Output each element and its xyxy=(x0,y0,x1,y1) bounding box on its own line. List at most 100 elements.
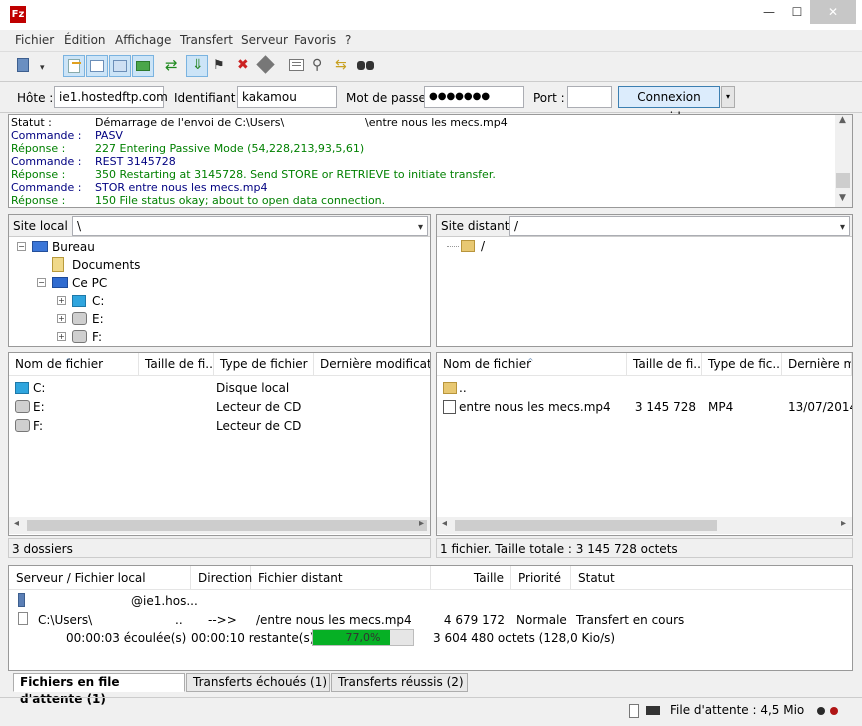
menu-edition[interactable]: Édition xyxy=(64,33,106,47)
disconnect-icon[interactable]: ✖ xyxy=(232,55,254,77)
compare-directories-icon[interactable]: ⚲ xyxy=(309,55,331,77)
sync-browsing-icon[interactable]: ⇆ xyxy=(332,55,354,77)
local-tree-panel: Site local : \ ▾ − Bureau Documents − Ce PC +… xyxy=(8,214,431,347)
tab-queued-files[interactable]: Fichiers en file d'attente (1) xyxy=(13,673,185,706)
maximize-button[interactable]: ☐ xyxy=(780,0,814,24)
menu-fichier[interactable]: Fichier xyxy=(15,33,54,47)
menu-help[interactable]: ? xyxy=(345,33,351,47)
local-site-bar: Site local : \ ▾ xyxy=(9,215,430,237)
remote-tree-root[interactable]: / xyxy=(447,237,647,255)
local-file-list-header: Nom de fichier ^ Taille de fi... Type de… xyxy=(9,353,430,376)
tree-toggle-icon[interactable]: + xyxy=(57,314,66,323)
cancel-operation-icon[interactable]: ⚑ xyxy=(209,55,231,77)
remote-file-row[interactable]: .. xyxy=(437,379,852,398)
refresh-icon[interactable]: ⇄ xyxy=(163,55,185,77)
queue-file-row[interactable]: C:\Users\ .. -->> /entre nous les mecs.m… xyxy=(9,610,852,630)
col-local-filename[interactable]: Nom de fichier ^ xyxy=(9,353,139,375)
col-local-modified[interactable]: Dernière modificat... xyxy=(314,353,430,375)
menu-transfert[interactable]: Transfert xyxy=(180,33,233,47)
remote-file-size: 3 145 728 xyxy=(634,400,696,414)
tree-toggle-icon[interactable]: − xyxy=(17,242,26,251)
process-queue-icon[interactable]: ⇓ xyxy=(186,55,208,77)
transfer-progress-label: 77,0% xyxy=(345,631,381,644)
documents-icon xyxy=(52,257,64,272)
local-path-input[interactable]: \ ▾ xyxy=(72,216,428,236)
log-type: Réponse : xyxy=(11,168,66,181)
folder-question-icon xyxy=(461,240,475,252)
remote-path-input[interactable]: / ▾ xyxy=(509,216,850,236)
tab-failed-transfers[interactable]: Transferts échoués (1) xyxy=(186,673,330,692)
local-file-row[interactable]: F: Lecteur de CD xyxy=(9,417,430,436)
col-queue-remote[interactable]: Fichier distant xyxy=(251,566,431,590)
tree-toggle-icon[interactable]: + xyxy=(57,332,66,341)
local-tree-item[interactable]: − Ce PC xyxy=(9,274,409,292)
site-manager-dropdown-button[interactable]: ▾ xyxy=(38,55,52,77)
col-local-filesize[interactable]: Taille de fi... xyxy=(139,353,214,375)
chevron-down-icon[interactable]: ▾ xyxy=(418,219,423,237)
directory-listing-filter-icon[interactable] xyxy=(286,55,308,77)
quickconnect-history-dropdown[interactable]: ▾ xyxy=(721,86,735,108)
local-tree-item[interactable]: Documents xyxy=(9,256,409,274)
col-remote-filename[interactable]: Nom de fichier ^ xyxy=(437,353,627,375)
close-button[interactable]: ✕ xyxy=(810,0,856,24)
col-queue-size[interactable]: Taille xyxy=(431,566,511,590)
menu-serveur[interactable]: Serveur xyxy=(241,33,288,47)
log-type: Statut : xyxy=(11,116,52,129)
sort-asc-icon: ^ xyxy=(65,357,72,366)
col-remote-filesize[interactable]: Taille de fi... xyxy=(627,353,702,375)
reconnect-icon[interactable] xyxy=(255,55,277,77)
search-files-icon[interactable] xyxy=(355,55,377,77)
remote-file-row[interactable]: entre nous les mecs.mp4 3 145 728 MP4 13/07… xyxy=(437,398,852,417)
local-tree-item[interactable]: − Bureau xyxy=(9,238,409,256)
queue-server-row[interactable]: @ie1.hos... xyxy=(9,591,852,611)
local-file-row[interactable]: E: Lecteur de CD xyxy=(9,398,430,417)
menu-favoris[interactable]: Favoris xyxy=(294,33,336,47)
remote-file-date: 13/07/2014 1 xyxy=(788,400,853,414)
toggle-queue-button[interactable] xyxy=(132,55,154,77)
toggle-log-button[interactable] xyxy=(63,55,85,77)
col-remote-filetype[interactable]: Type de fic... xyxy=(702,353,782,375)
queue-server-name: @ie1.hos... xyxy=(131,594,198,608)
log-scrollbar[interactable]: ▲ ▼ xyxy=(835,115,852,207)
local-tree-item[interactable]: + E: xyxy=(9,310,409,328)
local-tree-label: F: xyxy=(92,330,103,344)
quickconnect-button[interactable]: Connexion rapide xyxy=(618,86,720,124)
remote-hscrollbar[interactable]: ◂ ▸ xyxy=(437,517,852,534)
local-file-row[interactable]: C: Disque local xyxy=(9,379,430,398)
local-tree-label: Ce PC xyxy=(72,276,108,290)
col-local-filetype[interactable]: Type de fichier xyxy=(214,353,314,375)
host-input[interactable]: ie1.hostedftp.com xyxy=(54,86,168,108)
col-queue-server[interactable]: Serveur / Fichier local xyxy=(9,566,191,590)
menu-bar: Fichier Édition Affichage Transfert Serv… xyxy=(0,30,862,52)
quickconnect-bar: Hôte : ie1.hostedftp.com Identifiant : k… xyxy=(0,83,862,124)
toggle-remote-tree-button[interactable] xyxy=(109,55,131,77)
password-input[interactable]: ●●●●●●● xyxy=(424,86,524,108)
col-queue-status[interactable]: Statut xyxy=(571,566,852,590)
local-file-type: Lecteur de CD xyxy=(216,419,302,433)
local-site-label: Site local : xyxy=(13,219,76,233)
tree-toggle-icon[interactable]: + xyxy=(57,296,66,305)
port-input[interactable] xyxy=(567,86,612,108)
site-manager-button[interactable] xyxy=(14,55,36,77)
local-tree-item[interactable]: + F: xyxy=(9,328,409,346)
log-type: Commande : xyxy=(11,129,82,142)
sort-asc-icon: ^ xyxy=(527,357,534,366)
speed-limit-icon xyxy=(646,706,660,715)
toggle-local-tree-button[interactable] xyxy=(86,55,108,77)
password-label: Mot de passe : xyxy=(346,91,434,105)
menu-affichage[interactable]: Affichage xyxy=(115,33,171,47)
col-queue-direction[interactable]: Direction xyxy=(191,566,252,590)
tab-successful-transfers[interactable]: Transferts réussis (2) xyxy=(331,673,468,692)
user-label: Identifiant : xyxy=(174,91,244,105)
cd-drive-icon xyxy=(72,312,87,325)
col-queue-priority[interactable]: Priorité xyxy=(511,566,571,590)
username-input[interactable]: kakamou xyxy=(237,86,337,108)
tree-toggle-icon[interactable]: − xyxy=(37,278,46,287)
chevron-down-icon[interactable]: ▾ xyxy=(840,219,845,237)
desktop-icon xyxy=(32,241,48,252)
remote-file-list-header: Nom de fichier ^ Taille de fi... Type de… xyxy=(437,353,852,376)
local-hscrollbar[interactable]: ◂ ▸ xyxy=(9,517,430,534)
col-remote-modified[interactable]: Dernière mo xyxy=(782,353,852,375)
local-tree-item[interactable]: + C: xyxy=(9,292,409,310)
cd-drive-icon xyxy=(15,400,30,413)
